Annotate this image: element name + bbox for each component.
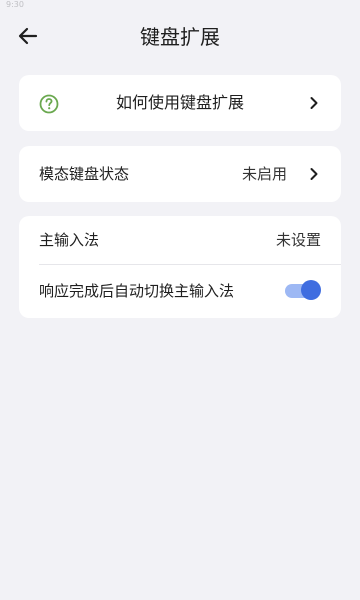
how-to-use-row[interactable]: 如何使用键盘扩展 xyxy=(19,78,341,128)
input-method-card: 主输入法 未设置 响应完成后自动切换主输入法 xyxy=(19,216,341,318)
toggle-knob xyxy=(301,280,321,300)
mode-keyboard-card: 模态键盘状态 未启用 xyxy=(19,146,341,202)
status-time: 9:30 xyxy=(6,0,24,9)
mode-keyboard-status-value: 未启用 xyxy=(241,165,287,183)
auto-switch-toggle[interactable] xyxy=(285,280,321,302)
help-card: 如何使用键盘扩展 xyxy=(19,75,341,131)
chevron-right-icon xyxy=(310,97,318,109)
app-header: 键盘扩展 xyxy=(0,16,360,56)
chevron-right-icon xyxy=(310,168,318,180)
primary-ime-value: 未设置 xyxy=(275,231,321,249)
primary-ime-row[interactable]: 主输入法 未设置 xyxy=(19,216,341,264)
page-title: 键盘扩展 xyxy=(140,25,220,49)
mode-keyboard-status-label: 模态键盘状态 xyxy=(39,165,130,183)
auto-switch-label: 响应完成后自动切换主输入法 xyxy=(39,282,235,300)
mode-keyboard-status-row[interactable]: 模态键盘状态 未启用 xyxy=(19,149,341,199)
how-to-use-label: 如何使用键盘扩展 xyxy=(115,93,244,112)
divider xyxy=(39,264,341,265)
primary-ime-label: 主输入法 xyxy=(39,231,100,249)
status-bar: 9:30 xyxy=(0,0,360,16)
auto-switch-row: 响应完成后自动切换主输入法 xyxy=(19,267,341,315)
